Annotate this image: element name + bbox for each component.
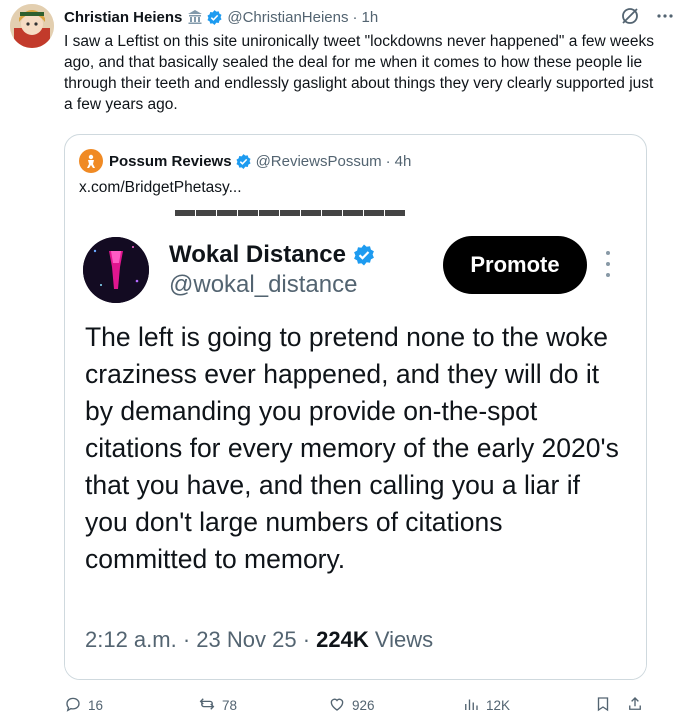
screenshot-views-label: Views bbox=[368, 627, 434, 652]
reply-icon bbox=[64, 695, 82, 716]
views-count: 12K bbox=[486, 697, 511, 713]
author-avatar[interactable] bbox=[10, 4, 54, 48]
quote-avatar[interactable] bbox=[79, 149, 103, 173]
screenshot-meta: 2:12 a.m. · 23 Nov 25 · 224K Views bbox=[85, 627, 433, 653]
separator: · bbox=[296, 627, 317, 652]
verified-badge-icon bbox=[352, 243, 376, 267]
cropped-repost-label: ▬▬▬▬▬▬▬▬▬▬▬ bbox=[175, 207, 406, 219]
repost-count: 78 bbox=[222, 697, 238, 713]
like-count: 926 bbox=[352, 697, 375, 713]
screenshot-text: The left is going to pretend none to the… bbox=[85, 322, 619, 574]
screenshot-views-count: 224K bbox=[316, 627, 369, 652]
views-button[interactable]: 12K bbox=[462, 694, 510, 716]
quoted-tweet[interactable]: Possum Reviews @ReviewsPossum · 4h x.com… bbox=[64, 134, 647, 680]
screenshot-author-name-text: Wokal Distance bbox=[169, 241, 346, 268]
screenshot-time: 2:12 a.m. bbox=[85, 627, 177, 652]
screenshot-author-handle: @wokal_distance bbox=[169, 271, 358, 298]
promote-button: Promote bbox=[443, 236, 587, 294]
quote-time: 4h bbox=[394, 152, 412, 170]
share-icon bbox=[626, 695, 644, 716]
share-button[interactable] bbox=[626, 694, 644, 716]
author-handle[interactable]: @ChristianHeiens bbox=[227, 9, 348, 26]
verified-badge-icon[interactable] bbox=[206, 9, 223, 26]
quote-author-name[interactable]: Possum Reviews bbox=[109, 153, 232, 170]
tweet-header: Christian Heiens @ChristianHeiens · 1h bbox=[64, 6, 674, 28]
repost-button[interactable]: 78 bbox=[198, 694, 237, 716]
tweet-time[interactable]: 1h bbox=[361, 9, 378, 26]
like-icon bbox=[328, 695, 346, 716]
avatar-image bbox=[10, 4, 54, 48]
reply-button[interactable]: 16 bbox=[64, 694, 103, 716]
repost-icon bbox=[198, 695, 216, 716]
embedded-screenshot[interactable]: ▬▬▬▬▬▬▬▬▬▬▬ Wokal Distance @wokal_distan… bbox=[65, 207, 646, 679]
more-icon[interactable] bbox=[656, 7, 674, 29]
screenshot-date: 23 Nov 25 bbox=[196, 627, 297, 652]
more-vertical-icon bbox=[605, 251, 611, 277]
screenshot-avatar bbox=[83, 237, 149, 303]
government-badge-icon bbox=[187, 9, 203, 25]
views-icon bbox=[462, 695, 480, 716]
action-bar: 16 78 926 12K bbox=[64, 694, 654, 716]
separator: · bbox=[352, 8, 358, 26]
author-name[interactable]: Christian Heiens bbox=[64, 9, 182, 26]
verified-badge-icon bbox=[235, 153, 252, 170]
quote-header: Possum Reviews @ReviewsPossum · 4h bbox=[79, 149, 411, 173]
quote-author-handle: @ReviewsPossum bbox=[255, 152, 382, 170]
separator: · bbox=[385, 152, 391, 170]
quote-link[interactable]: x.com/BridgetPhetasy... bbox=[79, 179, 242, 197]
bookmark-button[interactable] bbox=[594, 694, 612, 716]
separator: · bbox=[176, 627, 197, 652]
bookmark-icon bbox=[594, 695, 612, 716]
like-button[interactable]: 926 bbox=[328, 694, 375, 716]
reply-count: 16 bbox=[88, 697, 104, 713]
tweet-text: I saw a Leftist on this site unironicall… bbox=[64, 33, 654, 113]
screenshot-author-name: Wokal Distance bbox=[169, 241, 376, 269]
grok-icon[interactable] bbox=[620, 6, 640, 30]
